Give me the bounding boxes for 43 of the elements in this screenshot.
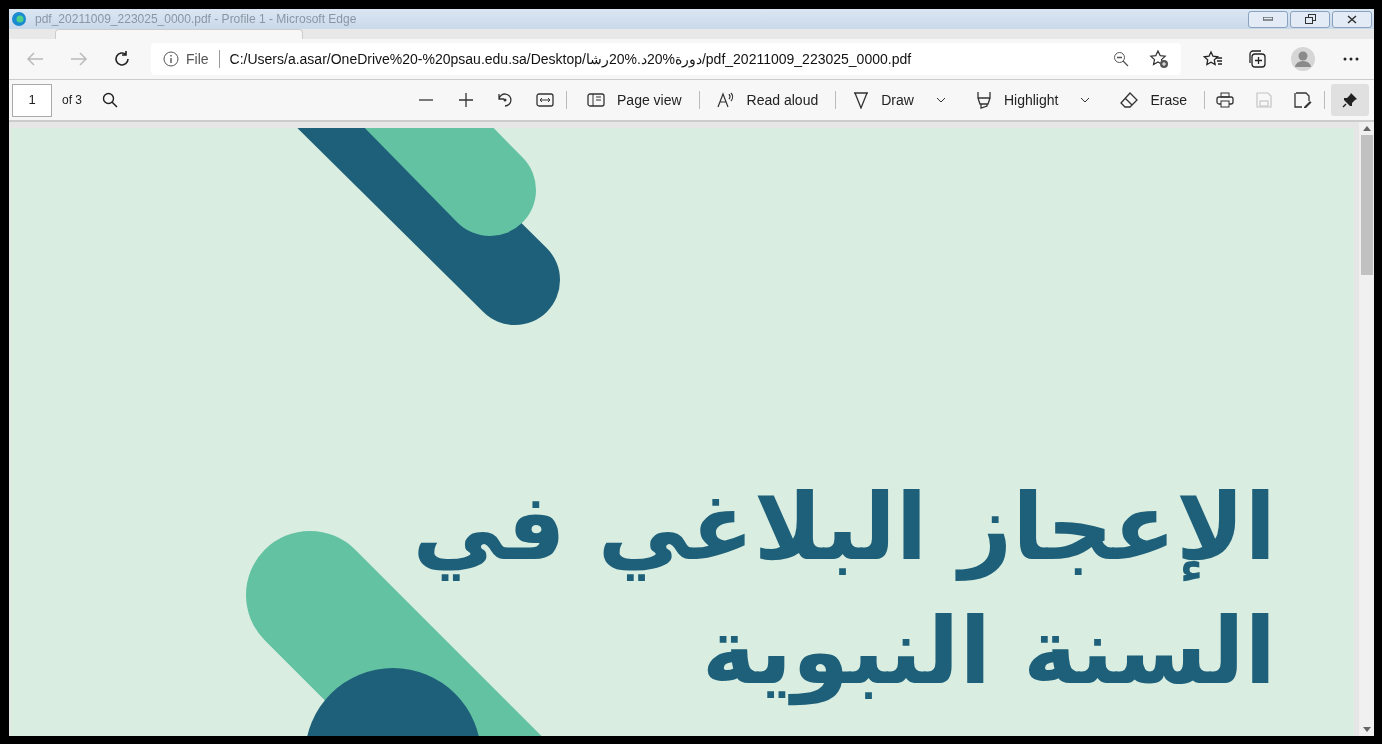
more-icon[interactable] bbox=[1343, 57, 1359, 61]
highlighter-icon bbox=[975, 91, 992, 109]
print-icon[interactable] bbox=[1215, 92, 1234, 108]
save-as-icon[interactable] bbox=[1293, 92, 1312, 108]
scrollbar-thumb[interactable] bbox=[1360, 135, 1373, 275]
fit-width-icon[interactable] bbox=[536, 93, 554, 107]
add-favorite-icon[interactable] bbox=[1149, 49, 1169, 69]
read-aloud-icon bbox=[716, 92, 735, 108]
browser-logo-icon bbox=[11, 11, 27, 27]
draw-icon bbox=[853, 91, 870, 109]
toolbar-button[interactable]: Page view bbox=[579, 84, 690, 116]
toolbar-button[interactable]: Highlight bbox=[967, 84, 1099, 116]
close-icon bbox=[1347, 14, 1357, 24]
profile-avatar-icon[interactable] bbox=[1291, 47, 1315, 71]
restore-icon bbox=[1304, 14, 1316, 24]
eraser-icon bbox=[1120, 92, 1139, 108]
page-count-label: of 3 bbox=[62, 92, 82, 109]
favorites-icon[interactable] bbox=[1203, 50, 1223, 68]
refresh-icon[interactable] bbox=[113, 50, 131, 68]
site-info-label: File bbox=[186, 49, 209, 69]
document-title: الإعجاز البلاغي في bbox=[412, 473, 1276, 583]
restore-button[interactable] bbox=[1290, 10, 1330, 28]
close-button[interactable] bbox=[1332, 10, 1372, 28]
zoom-in-icon[interactable] bbox=[458, 92, 474, 108]
url-text: C:/Users/a.asar/OneDrive%20-%20psau.edu.sa/Desktop/دورة%20د.%20رشا/pdf_20211009_223025_0000.pdf bbox=[229, 49, 912, 70]
minimize-icon bbox=[1263, 17, 1273, 21]
scroll-up-icon[interactable] bbox=[1362, 126, 1371, 131]
toolbar-button[interactable]: Erase bbox=[1112, 84, 1195, 116]
window-title: pdf_20211009_223025_0000.pdf - Profile 1 - Microsoft Edge bbox=[35, 11, 357, 28]
pin-toolbar-button[interactable] bbox=[1330, 84, 1369, 116]
page-view-icon bbox=[587, 92, 605, 108]
pin-icon bbox=[1341, 92, 1358, 108]
scroll-down-icon[interactable] bbox=[1362, 727, 1371, 732]
toolbar-button[interactable]: Draw bbox=[845, 84, 954, 116]
scrollbar[interactable] bbox=[1359, 122, 1374, 736]
search-icon[interactable] bbox=[102, 92, 118, 108]
zoom-out-icon[interactable] bbox=[1113, 51, 1129, 67]
toolbar-button[interactable]: Read aloud bbox=[708, 84, 827, 116]
document-title: السنة النبوية bbox=[701, 597, 1276, 708]
page-number-field[interactable]: 1 bbox=[12, 83, 52, 117]
rotate-icon[interactable] bbox=[496, 91, 514, 109]
info-icon bbox=[163, 51, 179, 67]
collections-icon[interactable] bbox=[1247, 49, 1267, 69]
